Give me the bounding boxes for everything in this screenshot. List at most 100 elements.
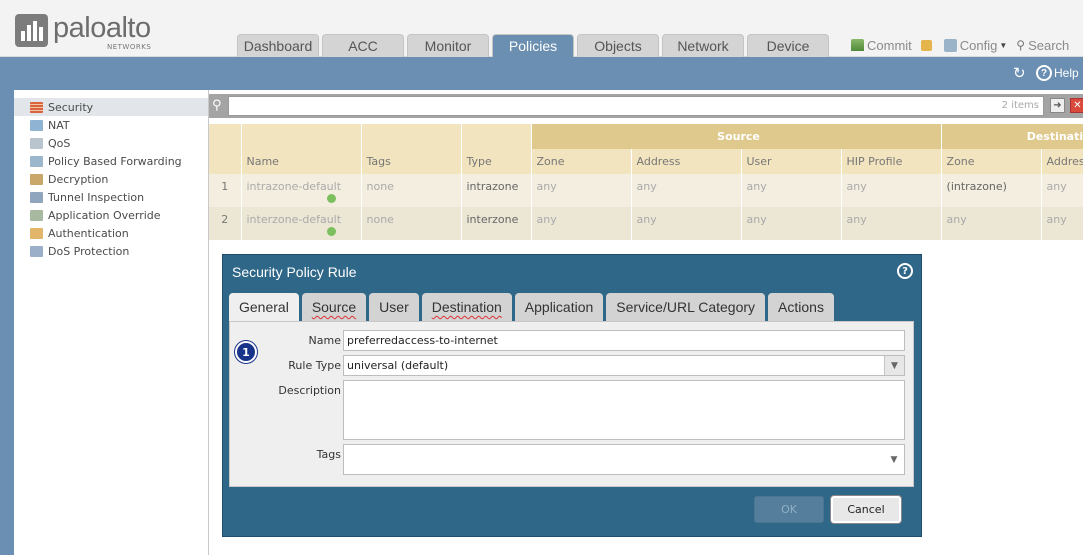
tab-label: Source <box>311 299 357 315</box>
tags-select[interactable]: ▼ <box>343 444 905 475</box>
refresh-icon[interactable]: ↻ <box>1013 66 1028 81</box>
chevron-down-icon: ▼ <box>999 40 1008 50</box>
table-row[interactable]: 2 interzone-default none interzone any a… <box>209 207 1083 240</box>
tunnel-icon <box>30 191 43 203</box>
commit-label: Commit <box>867 37 912 53</box>
toolbar-bar: ↻ ? Help <box>0 57 1083 90</box>
items-count: 2 items <box>1001 100 1039 111</box>
tab-actions[interactable]: Actions <box>768 293 834 321</box>
authentication-icon <box>30 227 43 239</box>
col-source-zone[interactable]: Zone <box>531 149 632 174</box>
sidebar-item-nat[interactable]: NAT <box>14 116 208 134</box>
col-destination-zone[interactable]: Zone <box>941 149 1042 174</box>
search-link[interactable]: ⚲ Search <box>1016 38 1069 53</box>
chevron-down-icon[interactable]: ▼ <box>884 445 904 474</box>
sidebar-item-security[interactable]: Security <box>14 98 208 116</box>
destination-group-header: Destination <box>941 124 1083 149</box>
tab-policies[interactable]: Policies <box>492 34 574 57</box>
dialog-title: Security Policy Rule <box>232 264 357 280</box>
sidebar-item-policy-based-forwarding[interactable]: Policy Based Forwarding <box>14 152 208 170</box>
sidebar-item-decryption[interactable]: Decryption <box>14 170 208 188</box>
help-link[interactable]: ? Help <box>1036 65 1079 81</box>
nat-icon <box>30 119 43 131</box>
lock-link[interactable] <box>920 39 935 51</box>
row-number: 2 <box>209 207 242 240</box>
left-frame <box>0 90 14 555</box>
sidebar-item-tunnel-inspection[interactable]: Tunnel Inspection <box>14 188 208 206</box>
tab-dashboard[interactable]: Dashboard <box>237 34 319 57</box>
firewall-icon <box>30 101 43 113</box>
source-group-header: Source <box>531 124 942 149</box>
tab-device[interactable]: Device <box>747 34 829 57</box>
tab-general[interactable]: General <box>229 293 299 321</box>
hip-profile-cell: any <box>841 174 942 207</box>
tab-service-url-category[interactable]: Service/URL Category <box>606 293 766 321</box>
tab-monitor[interactable]: Monitor <box>407 34 489 57</box>
type-cell: interzone <box>461 207 532 240</box>
cancel-button[interactable]: Cancel <box>831 496 901 523</box>
chevron-down-icon[interactable]: ▼ <box>884 356 904 375</box>
col-destination-address[interactable]: Address <box>1041 149 1083 174</box>
col-source-user[interactable]: User <box>741 149 842 174</box>
rule-type-value: universal (default) <box>347 359 449 372</box>
source-address-cell: any <box>631 174 742 207</box>
rule-name[interactable]: intrazone-default <box>247 180 342 193</box>
lock-icon <box>920 39 932 51</box>
tab-label: User <box>379 299 409 315</box>
header-spacer <box>361 124 462 149</box>
name-field[interactable]: preferredaccess-to-internet <box>343 330 905 351</box>
tab-acc[interactable]: ACC <box>322 34 404 57</box>
tab-label: Service/URL Category <box>616 299 756 315</box>
source-user-cell: any <box>741 174 842 207</box>
config-link[interactable]: Config ▼ <box>943 38 1008 53</box>
description-field[interactable] <box>343 380 905 440</box>
logo-mark-icon <box>15 14 48 47</box>
paloalto-logo: paloalto NETWORKS <box>15 12 165 54</box>
tab-network[interactable]: Network <box>662 34 744 57</box>
sidebar-item-label: NAT <box>48 118 70 132</box>
general-panel: 1 Name preferredaccess-to-internet Rule … <box>229 321 914 487</box>
commit-link[interactable]: Commit <box>851 38 912 53</box>
col-source-address[interactable]: Address <box>631 149 742 174</box>
help-label: Help <box>1054 66 1079 80</box>
rule-name[interactable]: interzone-default <box>247 213 342 226</box>
help-icon: ? <box>1036 65 1052 81</box>
tags-cell: none <box>361 207 462 240</box>
rule-name-cell[interactable]: interzone-default <box>241 207 362 240</box>
main-tabs: Dashboard ACC Monitor Policies Objects N… <box>237 34 832 57</box>
sidebar-item-application-override[interactable]: Application Override <box>14 206 208 224</box>
pbf-icon <box>30 155 43 167</box>
sidebar-item-label: Authentication <box>48 226 129 240</box>
sidebar-item-dos-protection[interactable]: DoS Protection <box>14 242 208 260</box>
sidebar-item-authentication[interactable]: Authentication <box>14 224 208 242</box>
col-tags[interactable]: Tags <box>361 149 462 174</box>
tab-source[interactable]: Source <box>301 293 367 321</box>
col-type[interactable]: Type <box>461 149 532 174</box>
apply-filter-icon[interactable]: ➜ <box>1050 98 1065 113</box>
dos-protection-icon <box>30 245 43 257</box>
rules-table: Source Destination Name Tags Type Zone A… <box>209 124 1083 242</box>
header-spacer <box>209 124 242 149</box>
col-name[interactable]: Name <box>241 149 362 174</box>
help-icon[interactable]: ? <box>897 263 913 279</box>
tab-destination[interactable]: Destination <box>421 293 512 321</box>
sidebar-item-qos[interactable]: QoS <box>14 134 208 152</box>
tab-objects[interactable]: Objects <box>577 34 659 57</box>
commit-icon <box>851 39 864 51</box>
clear-filter-icon[interactable]: ✕ <box>1070 98 1083 113</box>
row-number: 1 <box>209 174 242 207</box>
decryption-icon <box>30 173 43 185</box>
destination-zone-cell: any <box>941 207 1042 240</box>
ok-button[interactable]: OK <box>754 496 824 523</box>
app-override-icon <box>30 209 43 221</box>
tab-label: Actions <box>778 299 824 315</box>
table-row[interactable]: 1 intrazone-default none intrazone any a… <box>209 174 1083 207</box>
col-hip-profile[interactable]: HIP Profile <box>841 149 942 174</box>
rule-name-cell[interactable]: intrazone-default <box>241 174 362 207</box>
filter-input[interactable]: 2 items <box>228 96 1044 116</box>
tab-application[interactable]: Application <box>514 293 604 321</box>
rule-type-select[interactable]: universal (default) ▼ <box>343 355 905 376</box>
tab-user[interactable]: User <box>369 293 419 321</box>
qos-icon <box>30 137 43 149</box>
rule-type-label: Rule Type <box>288 359 341 372</box>
